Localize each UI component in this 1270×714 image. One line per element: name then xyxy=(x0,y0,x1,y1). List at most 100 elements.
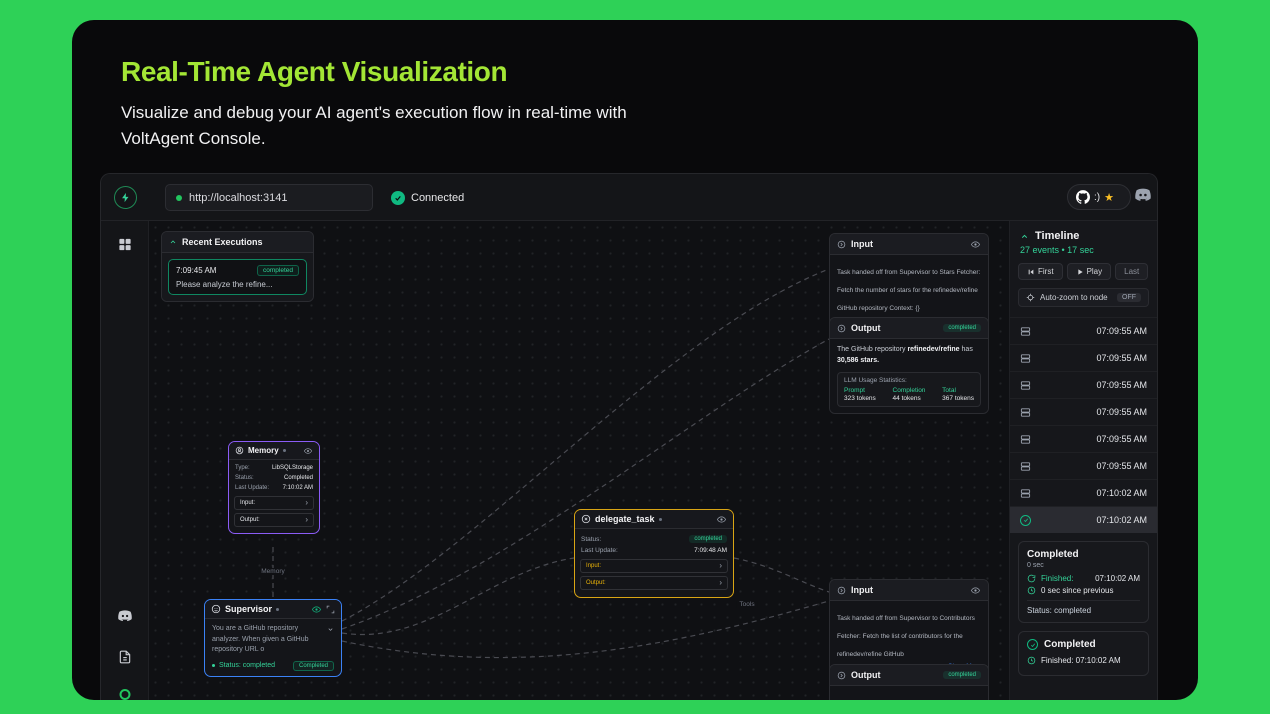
supervisor-node[interactable]: Supervisor You are a GitHub repository a… xyxy=(204,599,342,677)
output-status-badge: completed xyxy=(943,324,981,332)
supervisor-node-header[interactable]: Supervisor xyxy=(205,600,341,619)
stat-label: Prompt xyxy=(844,386,865,394)
timeline-event-row[interactable]: 07:09:55 AM xyxy=(1010,317,1157,344)
supervisor-status-badge: Completed xyxy=(292,660,334,671)
input-label: Input: xyxy=(240,500,256,506)
execution-list-item[interactable]: 7:09:45 AM completed Please analyze the … xyxy=(168,259,307,295)
delegate-status-badge: completed xyxy=(689,535,727,543)
clock-icon xyxy=(1027,586,1036,595)
timeline-event-row[interactable]: 07:09:55 AM xyxy=(1010,344,1157,371)
console-topbar: http://localhost:3141 Connected :) ★ xyxy=(101,174,1157,221)
event-time: 07:09:55 AM xyxy=(1096,353,1147,363)
event-time: 07:09:55 AM xyxy=(1096,461,1147,471)
event-time: 07:09:55 AM xyxy=(1096,407,1147,417)
field-label: Last Update: xyxy=(235,485,270,491)
timeline-event-row[interactable]: 07:10:02 AM xyxy=(1010,479,1157,506)
dashboard-grid-icon[interactable] xyxy=(117,237,132,252)
timeline-event-row[interactable]: 07:09:55 AM xyxy=(1010,371,1157,398)
event-time: 07:10:02 AM xyxy=(1096,515,1147,525)
agent-event-icon xyxy=(1020,407,1031,418)
stars-input-text: Task handed off from Supervisor to Stars… xyxy=(837,269,981,312)
discord-link[interactable] xyxy=(1133,187,1153,203)
contributors-output-panel: Output completed xyxy=(829,664,989,700)
github-star-widget[interactable]: :) ★ xyxy=(1067,184,1131,210)
execution-status-badge: completed xyxy=(257,265,299,276)
expand-icon[interactable] xyxy=(326,605,335,614)
delegate-task-header[interactable]: delegate_task xyxy=(575,510,733,529)
edge-label-memory: Memory xyxy=(258,568,288,575)
agent-event-icon xyxy=(1020,488,1031,499)
last-button[interactable]: Last xyxy=(1115,263,1149,280)
recent-executions-header[interactable]: Recent Executions xyxy=(162,232,313,253)
timeline-event-row-selected[interactable]: 07:10:02 AM xyxy=(1010,506,1157,533)
supervisor-instructions: You are a GitHub repository analyzer. Wh… xyxy=(212,625,309,653)
autozoom-toggle[interactable]: Auto-zoom to node OFF xyxy=(1018,288,1149,307)
next-event-title: Completed xyxy=(1044,639,1096,650)
github-badge-text: :) xyxy=(1094,191,1101,203)
autozoom-state-badge: OFF xyxy=(1117,293,1141,302)
stars-output-header[interactable]: Output completed xyxy=(830,318,988,339)
chevron-right-icon: › xyxy=(719,561,722,570)
agent-event-icon xyxy=(1020,353,1031,364)
contributors-input-header[interactable]: Input xyxy=(830,580,988,601)
github-icon xyxy=(1076,190,1090,204)
delegate-output-row[interactable]: Output: › xyxy=(580,576,728,590)
event-detail-title: Completed xyxy=(1027,549,1079,560)
timeline-event-row[interactable]: 07:09:55 AM xyxy=(1010,425,1157,452)
event-duration: 0 sec xyxy=(1027,562,1044,569)
docs-file-icon[interactable] xyxy=(118,649,132,665)
output-text-pre: The GitHub repository xyxy=(837,346,906,353)
llm-stat-completion: Completion 44 tokens xyxy=(893,387,926,402)
discord-sidebar-icon[interactable] xyxy=(116,609,133,623)
eye-icon[interactable] xyxy=(970,586,981,595)
delegate-input-row[interactable]: Input: › xyxy=(580,559,728,573)
voltagent-logo-button[interactable] xyxy=(114,186,137,209)
contributors-output-header[interactable]: Output completed xyxy=(830,665,988,686)
chevron-right-icon: › xyxy=(719,578,722,587)
flow-canvas[interactable]: Memory Tools Recent Executions 7:09:45 A… xyxy=(149,221,1011,700)
output-label: Output: xyxy=(586,580,606,586)
circle-chevron-icon xyxy=(837,240,846,249)
play-button-label: Play xyxy=(1086,267,1103,276)
timeline-event-row[interactable]: 07:09:55 AM xyxy=(1010,452,1157,479)
first-button[interactable]: First xyxy=(1018,263,1063,280)
star-icon: ★ xyxy=(1104,191,1114,204)
bolt-icon xyxy=(120,192,131,203)
agent-event-icon xyxy=(1020,434,1031,445)
chevron-up-icon[interactable] xyxy=(1020,232,1029,241)
eye-icon[interactable] xyxy=(716,515,727,524)
eye-icon[interactable] xyxy=(970,240,981,249)
eye-icon[interactable] xyxy=(303,447,313,455)
supervisor-status-text: Status: completed xyxy=(219,662,276,669)
output-panel-title: Output xyxy=(851,323,881,333)
memory-node[interactable]: Memory Type: LibSQLStorage Status: Complet… xyxy=(228,441,320,534)
server-url-value: http://localhost:3141 xyxy=(189,191,288,204)
contributors-input-text: Task handed off from Supervisor to Contr… xyxy=(837,615,975,658)
execution-time: 7:09:45 AM xyxy=(176,266,217,275)
agent-event-icon xyxy=(1020,461,1031,472)
stars-input-header[interactable]: Input xyxy=(830,234,988,255)
server-url-input[interactable]: http://localhost:3141 xyxy=(165,184,373,211)
eye-icon[interactable] xyxy=(311,605,322,614)
page-subtitle: Visualize and debug your AI agent's exec… xyxy=(121,103,627,148)
memory-output-row[interactable]: Output: › xyxy=(234,513,314,527)
chevron-up-icon[interactable] xyxy=(169,238,177,246)
connected-check-icon xyxy=(391,190,405,205)
timeline-event-row[interactable]: 07:09:55 AM xyxy=(1010,398,1157,425)
memory-node-header[interactable]: Memory xyxy=(229,442,319,460)
delegate-task-body: Status: completed Last Update: 7:09:48 AM … xyxy=(575,529,733,597)
memory-input-row[interactable]: Input: › xyxy=(234,496,314,510)
llm-usage-box: LLM Usage Statistics: Prompt 323 tokens … xyxy=(837,371,981,407)
stat-label: Total xyxy=(942,386,956,394)
field-value: LibSQLStorage xyxy=(271,465,313,471)
llm-usage-title: LLM Usage Statistics: xyxy=(844,376,907,384)
event-time: 07:09:55 AM xyxy=(1096,326,1147,336)
play-button[interactable]: Play xyxy=(1066,263,1112,280)
status-ring-icon[interactable] xyxy=(119,689,130,700)
agent-event-icon xyxy=(1020,380,1031,391)
connection-status: Connected xyxy=(391,184,464,211)
delegate-task-node[interactable]: delegate_task Status: completed Last Upda… xyxy=(574,509,734,598)
crosshair-icon xyxy=(1026,293,1035,302)
chevron-down-icon[interactable] xyxy=(327,626,334,656)
circle-chevron-icon xyxy=(837,586,846,595)
